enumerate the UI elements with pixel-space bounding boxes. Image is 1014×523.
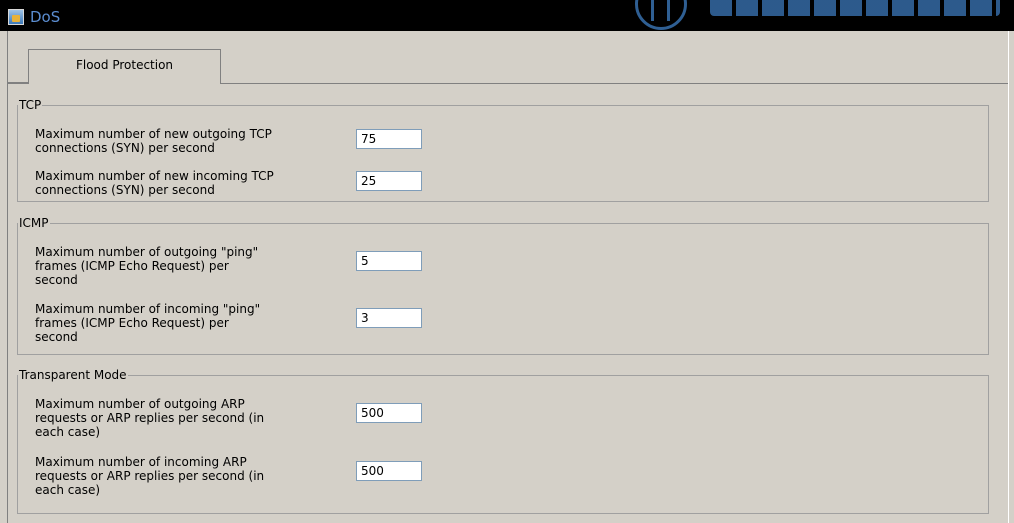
max-incoming-arp-input[interactable] — [356, 461, 422, 481]
group-transparent-mode-legend: Transparent Mode — [19, 368, 127, 382]
max-incoming-tcp-syn-input[interactable] — [356, 171, 422, 191]
tab-strip: Flood Protection — [8, 49, 1008, 85]
main-panel: Flood Protection TCP Maximum number of n… — [7, 31, 1008, 523]
field-label: Maximum number of incoming ARP requests … — [35, 455, 265, 497]
group-icmp-legend: ICMP — [19, 216, 49, 230]
max-incoming-ping-input[interactable] — [356, 308, 422, 328]
group-tcp-legend: TCP — [19, 98, 42, 112]
brand-logo — [635, 0, 687, 30]
field-label: Maximum number of outgoing "ping" frames… — [35, 245, 259, 287]
right-edge-scrollbar[interactable] — [1008, 31, 1014, 523]
field-label: Maximum number of incoming "ping" frames… — [35, 302, 261, 344]
brand-logo-wordmark — [710, 0, 1000, 16]
group-tcp: TCP Maximum number of new outgoing TCP c… — [17, 99, 989, 202]
max-outgoing-arp-input[interactable] — [356, 403, 422, 423]
field-label: Maximum number of new outgoing TCP conne… — [35, 127, 272, 155]
field-label: Maximum number of outgoing ARP requests … — [35, 397, 265, 439]
max-outgoing-ping-input[interactable] — [356, 251, 422, 271]
field-label: Maximum number of new incoming TCP conne… — [35, 169, 274, 197]
window-title: DoS — [30, 8, 61, 26]
max-outgoing-tcp-syn-input[interactable] — [356, 129, 422, 149]
title-bar: DoS — [0, 0, 1014, 31]
tab-flood-protection[interactable]: Flood Protection — [28, 49, 221, 85]
group-transparent-mode: Transparent Mode Maximum number of outgo… — [17, 369, 989, 514]
window-app-icon — [8, 9, 24, 25]
group-icmp: ICMP Maximum number of outgoing "ping" f… — [17, 217, 989, 355]
